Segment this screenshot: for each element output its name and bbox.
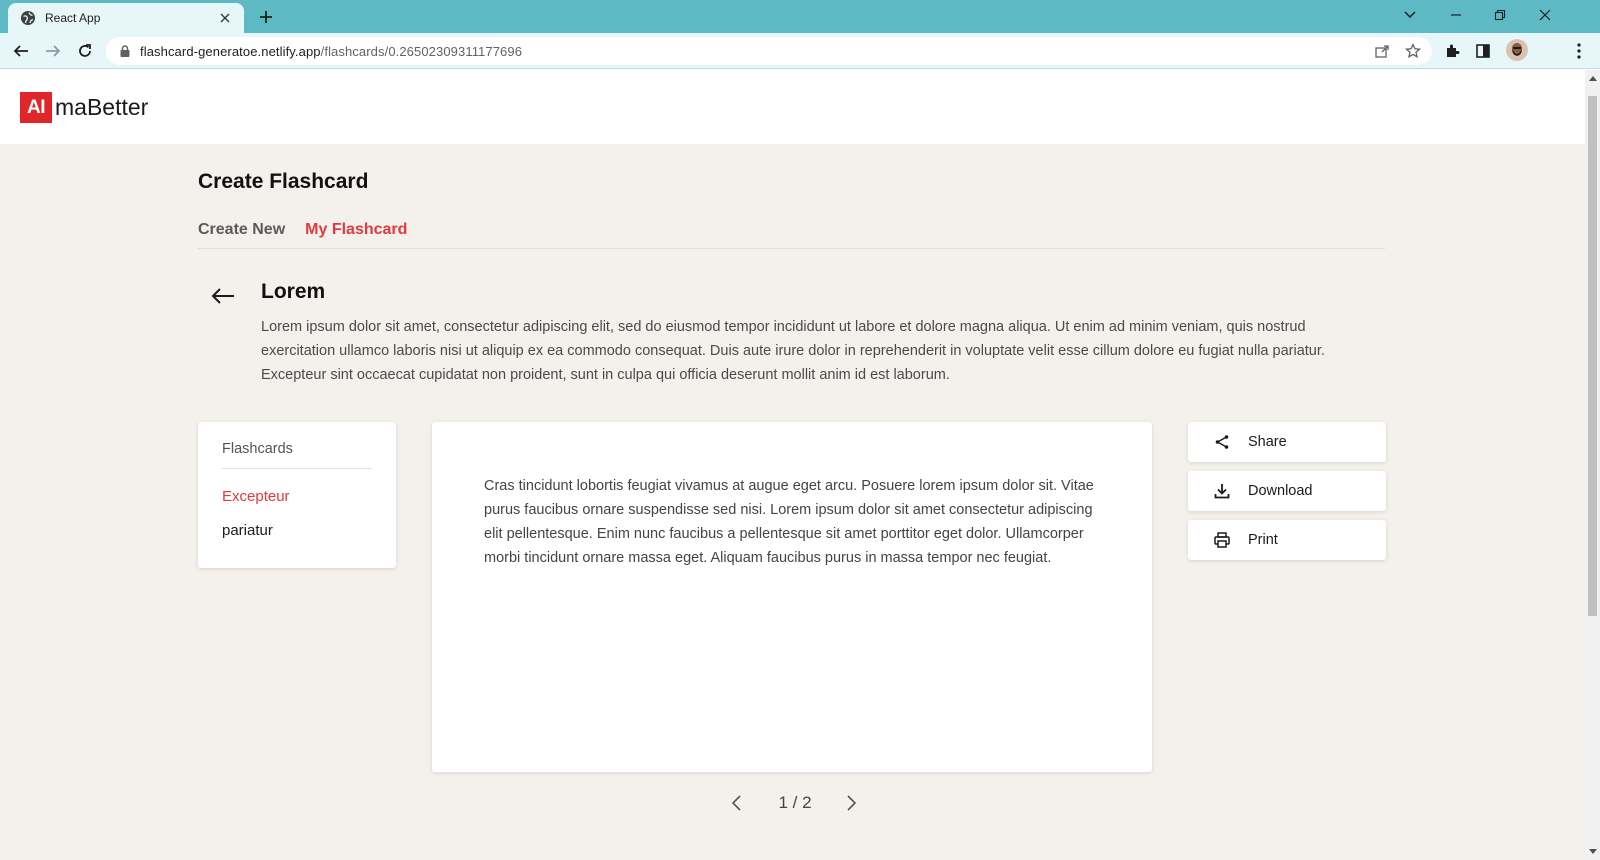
bookmark-star-icon[interactable] bbox=[1403, 41, 1423, 61]
share-label: Share bbox=[1248, 434, 1287, 450]
share-icon bbox=[1212, 432, 1232, 452]
print-label: Print bbox=[1248, 532, 1278, 548]
back-icon[interactable] bbox=[10, 40, 32, 62]
browser-tab[interactable]: React App bbox=[8, 3, 244, 33]
browser-tab-strip: React App bbox=[0, 0, 1600, 33]
url-host: flashcard-generatoe.netlify.app bbox=[140, 43, 321, 59]
flashcard-list-divider bbox=[222, 468, 372, 469]
browser-tab-title: React App bbox=[45, 11, 101, 25]
site-header: AI maBetter bbox=[0, 70, 1585, 144]
group-description: Lorem ipsum dolor sit amet, consectetur … bbox=[261, 319, 1325, 383]
flashcard-content-card: Cras tincidunt lobortis feugiat vivamus … bbox=[432, 422, 1152, 772]
close-window-icon[interactable] bbox=[1533, 4, 1557, 26]
flashcard-content-text: Cras tincidunt lobortis feugiat vivamus … bbox=[484, 478, 1094, 566]
globe-icon bbox=[20, 10, 36, 26]
page-indicator: 1 / 2 bbox=[778, 793, 812, 812]
lock-icon[interactable] bbox=[118, 44, 132, 58]
print-icon bbox=[1212, 530, 1232, 550]
tab-search-icon[interactable] bbox=[1398, 4, 1422, 26]
url-text: flashcard-generatoe.netlify.app/flashcar… bbox=[140, 44, 522, 59]
extensions-icon[interactable] bbox=[1441, 40, 1463, 62]
page-viewport: AI maBetter Create Flashcard Create New … bbox=[0, 70, 1585, 860]
minimize-icon[interactable] bbox=[1444, 4, 1468, 26]
page-title: Create Flashcard bbox=[198, 170, 369, 193]
almabetter-logo[interactable]: AI maBetter bbox=[20, 92, 148, 123]
chevron-right-icon[interactable] bbox=[842, 794, 860, 812]
browser-menu-icon[interactable] bbox=[1568, 40, 1590, 62]
reload-icon[interactable] bbox=[74, 40, 96, 62]
logo-text: maBetter bbox=[55, 94, 149, 120]
download-icon bbox=[1212, 481, 1232, 501]
flashcard-item-excepteur[interactable]: Excepteur bbox=[222, 488, 290, 505]
browser-toolbar: flashcard-generatoe.netlify.app/flashcar… bbox=[0, 33, 1600, 69]
download-button[interactable]: Download bbox=[1188, 471, 1386, 511]
flashcard-list-heading: Flashcards bbox=[222, 441, 293, 457]
pagination: 1 / 2 bbox=[720, 788, 870, 818]
scrollbar-thumb[interactable] bbox=[1588, 96, 1597, 616]
group-title: Lorem bbox=[261, 280, 326, 303]
logo-mark: AI bbox=[20, 92, 52, 123]
scroll-down-icon[interactable] bbox=[1589, 849, 1597, 854]
forward-icon[interactable] bbox=[42, 40, 64, 62]
tab-create-new[interactable]: Create New bbox=[198, 221, 285, 239]
share-button[interactable]: Share bbox=[1188, 422, 1386, 462]
flashcard-list: Flashcards Excepteur pariatur bbox=[198, 422, 396, 568]
share-page-icon[interactable] bbox=[1372, 41, 1392, 61]
chevron-left-icon[interactable] bbox=[728, 794, 746, 812]
close-tab-icon[interactable] bbox=[216, 9, 234, 27]
flashcard-item-pariatur[interactable]: pariatur bbox=[222, 522, 273, 539]
restore-icon[interactable] bbox=[1488, 4, 1512, 26]
page-scrollbar[interactable] bbox=[1585, 70, 1600, 860]
download-label: Download bbox=[1248, 483, 1313, 499]
url-path: /flashcards/0.26502309311177696 bbox=[320, 43, 523, 59]
tabs-divider bbox=[198, 248, 1385, 249]
tab-my-flashcard[interactable]: My Flashcard bbox=[305, 221, 407, 239]
new-tab-icon[interactable] bbox=[256, 7, 276, 27]
address-bar[interactable]: flashcard-generatoe.netlify.app/flashcar… bbox=[106, 37, 1432, 65]
back-arrow-icon[interactable] bbox=[210, 286, 236, 306]
scroll-up-icon[interactable] bbox=[1589, 76, 1597, 81]
print-button[interactable]: Print bbox=[1188, 520, 1386, 560]
side-panel-icon[interactable] bbox=[1472, 40, 1494, 62]
profile-avatar[interactable] bbox=[1506, 39, 1528, 61]
page-tabs: Create New My Flashcard bbox=[198, 221, 427, 239]
